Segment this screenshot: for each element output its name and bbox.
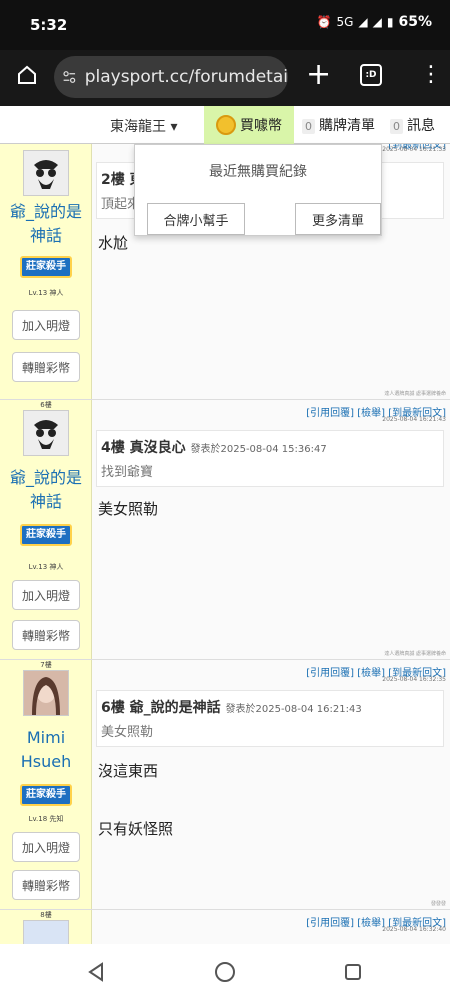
gift-coins-button[interactable]: 轉贈彩幣 (12, 620, 80, 650)
recents-icon[interactable] (345, 964, 361, 980)
add-light-button[interactable]: 加入明燈 (12, 832, 80, 862)
new-tab-icon[interactable]: + (306, 60, 331, 90)
status-bar: 5:32 ⏰ 5G ◢ ◢ ▮ 65% (0, 0, 450, 50)
buy-coins-button[interactable]: 買噱幣 (204, 106, 294, 144)
username[interactable]: 爺_說的是神話 (4, 200, 88, 248)
quote-body: 找到爺寶 (101, 465, 154, 480)
user-panel: 6樓 爺_說的是神話 莊家殺手 Lv.13 神人 加入明燈 轉贈彩幣 (0, 400, 92, 659)
signature: 達人選牌真誠 處事選牌養命 (384, 391, 446, 397)
cart-count: 0 (302, 119, 315, 134)
alarm-icon: ⏰ (316, 15, 332, 29)
post-body: 沒這東西 (98, 762, 159, 780)
signature: 達人選牌真誠 處事選牌養命 (384, 651, 446, 657)
avatar-image (34, 420, 58, 449)
post-body-line2: 只有妖怪照 (98, 820, 174, 838)
floor-label: 6樓 (40, 401, 52, 409)
user-level: Lv.13 神人 (28, 289, 64, 297)
helper-button[interactable]: 合牌小幫手 (147, 203, 245, 235)
floor-label: 7樓 (40, 661, 52, 669)
user-panel: 3樓 爺_說的是神話 莊家殺手 Lv.13 神人 加入明燈 轉贈彩幣 (0, 144, 92, 399)
quote-author: 4樓 真沒良心 (101, 440, 186, 456)
signature: 發發發 (430, 901, 446, 907)
add-light-button[interactable]: 加入明燈 (12, 310, 80, 340)
post-time: 2025-08-04 16:21:43 (382, 416, 446, 423)
quote-body: 美女照勒 (101, 725, 154, 740)
report-link[interactable]: [檢舉] (357, 918, 385, 929)
signal-icon: ◢ (358, 15, 368, 29)
site-settings-icon[interactable] (62, 68, 77, 86)
msg-count: 0 (390, 119, 403, 134)
post-item: 7樓 Mimi Hsueh 莊家殺手 Lv.18 先知 加入明燈 轉贈彩幣 [引… (0, 660, 450, 910)
post-time: 2025-08-04 16:32:35 (382, 676, 446, 683)
tab-switcher-button[interactable]: :D (360, 64, 382, 86)
status-icons: ⏰ 5G ◢ ◢ ▮ 65% (317, 14, 432, 30)
address-bar[interactable]: playsport.cc/forumdetai (54, 56, 288, 98)
browser-toolbar: playsport.cc/forumdetai + :D ⋮ (0, 50, 450, 106)
quote-block: 6樓 爺_說的是神話 發表於2025-08-04 16:21:43 美女照勒 (96, 690, 444, 747)
quote-meta: 發表於2025-08-04 16:21:43 (225, 704, 362, 715)
post-item: 6樓 爺_說的是神話 莊家殺手 Lv.13 神人 加入明燈 轉贈彩幣 [引用回覆… (0, 400, 450, 660)
quote-reply-link[interactable]: [引用回覆] (306, 918, 354, 929)
cart-label: 購牌清單 (319, 118, 375, 134)
status-time: 5:32 (30, 16, 68, 34)
post-list: 3樓 爺_說的是神話 莊家殺手 Lv.13 神人 加入明燈 轉贈彩幣 [到最新回… (0, 144, 450, 944)
network-label: 5G (336, 15, 354, 29)
user-dropdown[interactable]: 東海龍王 ▾ (110, 116, 177, 136)
msg-label: 訊息 (407, 118, 435, 134)
url-text: playsport.cc/forumdetai (84, 67, 288, 87)
quote-header: 4樓 真沒良心 發表於2025-08-04 15:36:47 (101, 437, 439, 457)
quote-reply-link[interactable]: [引用回覆] (306, 668, 354, 679)
battery-icon: ▮ (386, 15, 394, 29)
site-top-nav: 東海龍王 ▾ 買噱幣 0 購牌清單 0 訊息 (0, 106, 450, 144)
report-link[interactable]: [檢舉] (357, 408, 385, 419)
avatar-image (24, 671, 68, 715)
purchase-dropdown: 最近無購買紀錄 合牌小幫手 更多清單 (134, 144, 382, 236)
medal-badge: 莊家殺手 (20, 524, 72, 546)
add-light-button[interactable]: 加入明燈 (12, 580, 80, 610)
back-icon[interactable] (87, 962, 105, 982)
avatar[interactable] (23, 410, 69, 456)
floor-label: 3樓 (0, 144, 92, 146)
avatar[interactable] (23, 920, 69, 944)
username[interactable]: 爺_說的是神話 (4, 466, 88, 514)
user-panel: 8樓 (0, 910, 92, 944)
more-menu-icon[interactable]: ⋮ (420, 64, 442, 86)
username[interactable]: Mimi Hsueh (4, 726, 88, 774)
avatar-image (34, 160, 58, 189)
user-panel: 7樓 Mimi Hsueh 莊家殺手 Lv.18 先知 加入明燈 轉贈彩幣 (0, 660, 92, 909)
quote-reply-link[interactable]: [引用回覆] (306, 408, 354, 419)
avatar[interactable] (23, 150, 69, 196)
signal-icon-2: ◢ (372, 15, 382, 29)
quote-meta: 發表於2025-08-04 15:36:47 (190, 444, 327, 455)
coin-icon (216, 115, 236, 135)
more-list-button[interactable]: 更多清單 (295, 203, 381, 235)
no-purchase-text: 最近無購買紀錄 (209, 164, 307, 180)
post-time: 2025-08-04 16:21:33 (382, 146, 446, 153)
android-nav-bar (0, 944, 450, 1000)
report-link[interactable]: [檢舉] (357, 668, 385, 679)
home-button-icon[interactable] (215, 962, 235, 982)
post-time: 2025-08-04 16:32:40 (382, 926, 446, 933)
user-level: Lv.18 先知 (28, 815, 64, 823)
post-body: 美女照勒 (98, 500, 159, 518)
floor-label: 8樓 (40, 911, 52, 919)
gift-coins-button[interactable]: 轉贈彩幣 (12, 870, 80, 900)
post-item: 8樓 [引用回覆] [檢舉] [到最新回文] 2025-08-04 16:32:… (0, 910, 450, 944)
user-level: Lv.13 神人 (28, 563, 64, 571)
purchase-list-link[interactable]: 0 購牌清單 (302, 115, 375, 135)
buy-coins-label: 買噱幣 (240, 118, 282, 134)
avatar[interactable] (23, 670, 69, 716)
messages-link[interactable]: 0 訊息 (390, 115, 435, 135)
medal-badge: 莊家殺手 (20, 256, 72, 278)
battery-percent: 65% (398, 14, 432, 30)
quote-author: 6樓 爺_說的是神話 (101, 700, 221, 716)
quote-block: 4樓 真沒良心 發表於2025-08-04 15:36:47 找到爺寶 (96, 430, 444, 487)
medal-badge: 莊家殺手 (20, 784, 72, 806)
gift-coins-button[interactable]: 轉贈彩幣 (12, 352, 80, 382)
home-icon[interactable] (16, 64, 38, 86)
quote-header: 6樓 爺_說的是神話 發表於2025-08-04 16:21:43 (101, 697, 439, 717)
post-body: 水尬 (98, 234, 129, 252)
